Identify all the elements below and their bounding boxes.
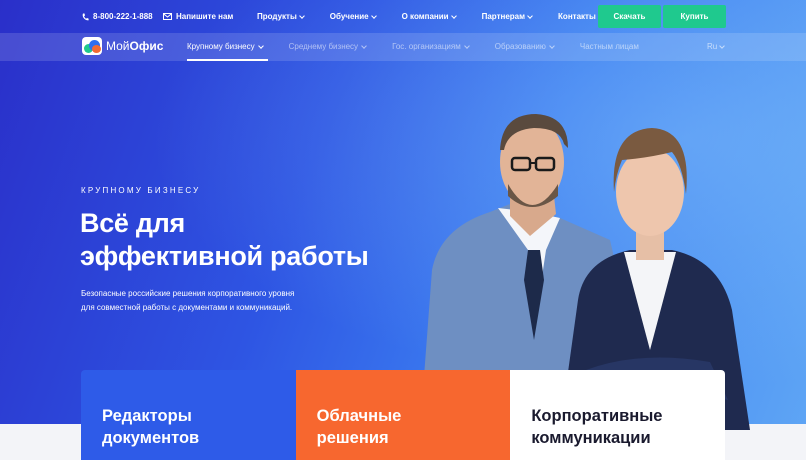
card-title-line1: Редакторы [102, 407, 192, 425]
card-title-line1: Корпоративные [531, 407, 663, 425]
hero-subtitle: Безопасные российские решения корпоратив… [81, 287, 361, 315]
hero-subtitle-line1: Безопасные российские решения корпоратив… [81, 289, 295, 298]
nav-item-medium-business[interactable]: Среднему бизнесу [288, 42, 367, 51]
nav-item-label: Среднему бизнесу [288, 42, 359, 51]
nav-item-label: Частным лицам [579, 42, 639, 51]
top-menu-products-label: Продукты [257, 12, 297, 21]
phone-icon [82, 13, 89, 20]
chevron-down-icon [370, 12, 377, 19]
card-title-line2: решения [316, 429, 389, 447]
language-label: Ru [707, 42, 718, 51]
download-button[interactable]: Скачать [598, 5, 661, 28]
nav-item-enterprise[interactable]: Крупному бизнесу [187, 42, 264, 51]
card-title-line2: коммуникации [531, 429, 651, 447]
language-selector[interactable]: Ru [707, 42, 726, 51]
chevron-down-icon [450, 12, 457, 19]
top-menu-about-label: О компании [401, 12, 449, 21]
top-menu-training[interactable]: Обучение [329, 12, 377, 21]
card-title-line1: Облачные [316, 407, 402, 425]
card-document-editors[interactable]: Редакторы документов [81, 370, 296, 460]
nav-item-education[interactable]: Образованию [494, 42, 555, 51]
phone-link[interactable]: 8-800-222-1-888 [82, 12, 153, 21]
write-us-link[interactable]: Напишите нам [163, 12, 233, 21]
nav-item-label: Крупному бизнесу [187, 42, 255, 51]
top-menu-partners-label: Партнерам [481, 12, 526, 21]
top-menu: Продукты Обучение О компании Партнерам К… [257, 12, 596, 21]
card-corporate-communications[interactable]: Корпоративные коммуникации [510, 370, 726, 460]
logo-text-part2: Офис [129, 39, 164, 53]
nav-item-government[interactable]: Гос. организациям [392, 42, 470, 51]
main-nav: МойОфис Крупному бизнесу Среднему бизнес… [0, 33, 806, 61]
top-menu-partners[interactable]: Партнерам [481, 12, 533, 21]
phone-number: 8-800-222-1-888 [93, 12, 153, 21]
hero-title-line1: Всё для [80, 208, 185, 238]
top-menu-training-label: Обучение [329, 12, 369, 21]
chevron-down-icon [719, 42, 726, 49]
logo-text: МойОфис [106, 39, 163, 53]
nav-item-label: Образованию [494, 42, 546, 51]
chevron-down-icon [549, 42, 555, 49]
chevron-down-icon [361, 42, 367, 49]
card-title-line2: документов [102, 429, 200, 447]
nav-item-individuals[interactable]: Частным лицам [580, 42, 639, 51]
logo-mark-icon [82, 37, 102, 55]
logo-text-part1: Мой [106, 39, 130, 53]
chevron-down-icon [257, 42, 264, 49]
chevron-down-icon [298, 12, 305, 19]
active-nav-underline [187, 59, 268, 61]
nav-item-label: Гос. организациям [392, 42, 461, 51]
top-menu-products[interactable]: Продукты [257, 12, 305, 21]
hero-subtitle-line2: для совместной работы с документами и ко… [81, 303, 293, 312]
hero-title: Всё для эффективной работы [80, 207, 369, 273]
write-us-label: Напишите нам [176, 12, 234, 21]
top-menu-contacts-label: Контакты [558, 12, 596, 21]
buy-button[interactable]: Купить [663, 5, 726, 28]
hero-eyebrow: КРУПНОМУ БИЗНЕСУ [81, 186, 201, 195]
top-menu-contacts[interactable]: Контакты [558, 12, 596, 21]
chevron-down-icon [463, 42, 470, 49]
top-utility-bar: 8-800-222-1-888 Напишите нам Продукты Об… [0, 0, 806, 33]
top-menu-about[interactable]: О компании [401, 12, 457, 21]
logo[interactable]: МойОфис [82, 37, 163, 55]
mail-icon [163, 13, 172, 20]
hero-title-line2: эффективной работы [80, 241, 369, 271]
nav-links: Крупному бизнесу Среднему бизнесу Гос. о… [187, 42, 665, 51]
chevron-down-icon [527, 12, 533, 19]
solution-cards: Редакторы документов Облачные решения Ко… [81, 370, 726, 460]
card-cloud-solutions[interactable]: Облачные решения [295, 370, 511, 460]
